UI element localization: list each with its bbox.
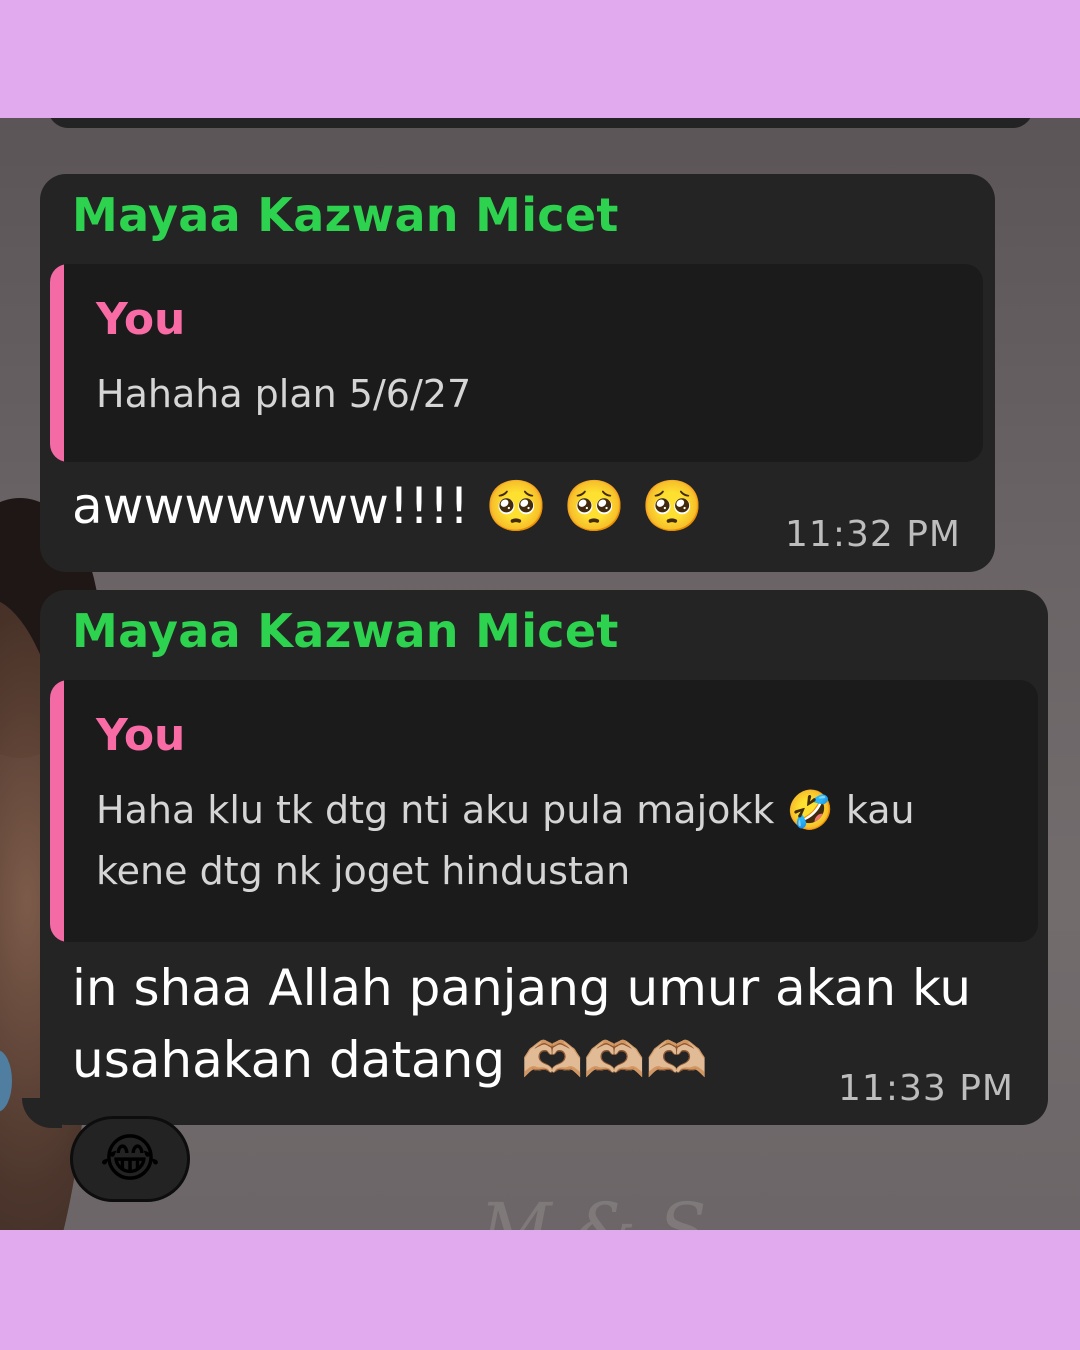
reaction-badge[interactable]: 😂 <box>70 1116 190 1202</box>
quoted-message[interactable]: You Hahaha plan 5/6/27 <box>50 264 983 462</box>
chat-screenshot: M & S Mayaa Kazwan Micet You Hahaha plan… <box>0 118 1080 1230</box>
quoted-message[interactable]: You Haha klu tk dtg nti aku pula majokk … <box>50 680 1038 942</box>
previous-message-bubble[interactable] <box>48 118 1033 128</box>
quote-text: Hahaha plan 5/6/27 <box>96 372 472 416</box>
quote-text: Haha klu tk dtg nti aku pula majokk 🤣 ka… <box>96 788 915 893</box>
tears-of-joy-icon: 😂 <box>99 1129 161 1189</box>
quote-author: You <box>96 710 186 761</box>
quote-bar <box>50 680 64 942</box>
sender-name[interactable]: Mayaa Kazwan Micet <box>72 604 619 658</box>
sender-name[interactable]: Mayaa Kazwan Micet <box>72 188 619 242</box>
message-bubble[interactable]: Mayaa Kazwan Micet You Hahaha plan 5/6/2… <box>40 174 995 572</box>
message-timestamp: 11:33 PM <box>838 1068 1014 1109</box>
message-bubble[interactable]: Mayaa Kazwan Micet You Haha klu tk dtg n… <box>40 590 1048 1125</box>
message-text: awwwwwww!!!! 🥺 🥺 🥺 <box>72 477 704 535</box>
quote-bar <box>50 264 64 462</box>
message-timestamp: 11:32 PM <box>785 514 961 555</box>
quote-author: You <box>96 294 186 345</box>
background-watermark: M & S <box>480 1188 707 1230</box>
